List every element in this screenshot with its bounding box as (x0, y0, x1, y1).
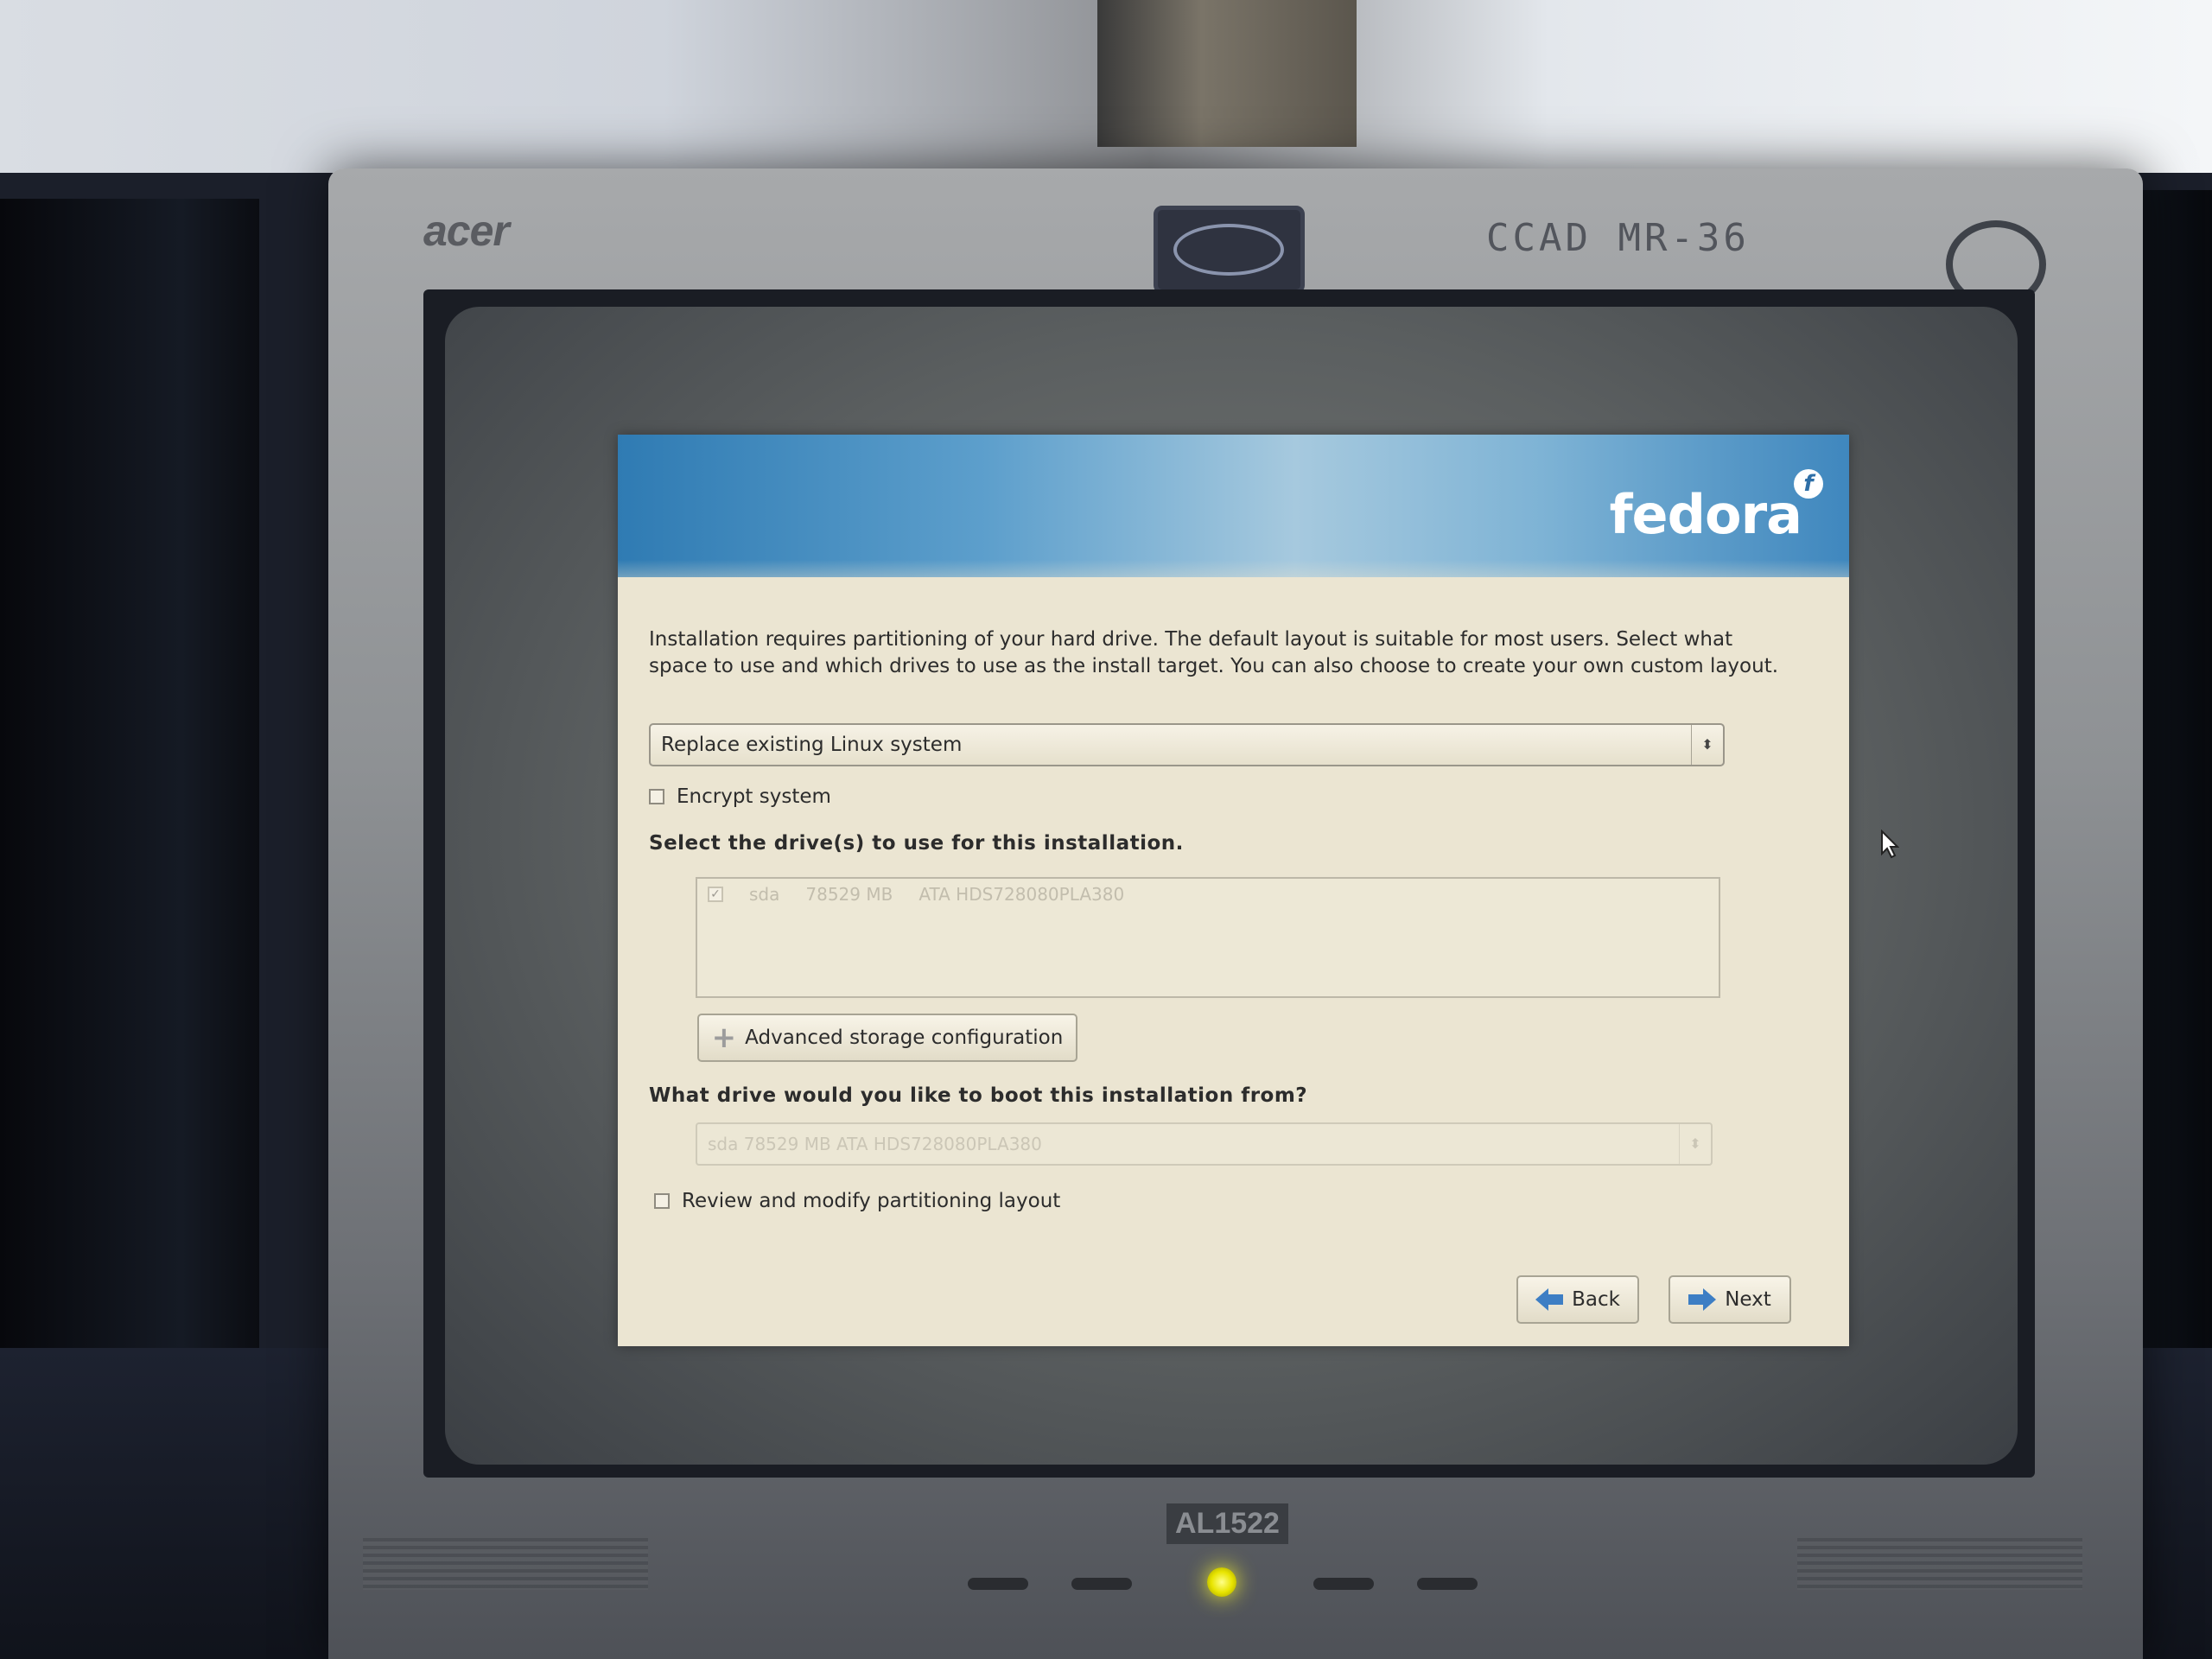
background-door (1097, 0, 1357, 147)
select-arrows-icon: ⬍ (1691, 725, 1723, 765)
advanced-storage-button[interactable]: + Advanced storage configuration (697, 1014, 1077, 1062)
plus-icon: + (711, 1020, 737, 1055)
boot-drive-heading: What drive would you like to boot this i… (649, 1084, 1308, 1107)
drives-heading: Select the drive(s) to use for this inst… (649, 832, 1184, 855)
boot-drive-select[interactable]: sda 78529 MB ATA HDS728080PLA380 ⬍ (696, 1122, 1713, 1166)
drive-size: 78529 MB (805, 884, 893, 905)
partition-mode-value: Replace existing Linux system (661, 734, 963, 756)
monitor-front-button[interactable] (1071, 1578, 1132, 1590)
header-banner: fedora f (618, 435, 1849, 577)
monitor-front-button[interactable] (968, 1578, 1028, 1590)
advanced-storage-label: Advanced storage configuration (745, 1027, 1064, 1049)
partition-panel: Installation requires partitioning of yo… (649, 626, 1811, 1212)
monitor-sticker (1154, 206, 1305, 294)
review-layout-option[interactable]: Review and modify partitioning layout (654, 1190, 1060, 1212)
partition-mode-select[interactable]: Replace existing Linux system ⬍ (649, 723, 1725, 766)
review-layout-label: Review and modify partitioning layout (682, 1190, 1061, 1212)
arrow-left-icon (1535, 1288, 1564, 1311)
encrypt-system-option[interactable]: Encrypt system (649, 785, 831, 808)
back-button[interactable]: Back (1516, 1275, 1639, 1324)
intro-text: Installation requires partitioning of yo… (649, 628, 1779, 677)
drive-model: ATA HDS728080PLA380 (918, 884, 1125, 905)
drive-list: ✓ sda 78529 MB ATA HDS728080PLA380 (696, 877, 1720, 998)
select-arrows-icon: ⬍ (1679, 1124, 1711, 1164)
review-layout-checkbox[interactable] (654, 1193, 670, 1209)
monitor-front-button[interactable] (1313, 1578, 1374, 1590)
boot-drive-value: sda 78529 MB ATA HDS728080PLA380 (708, 1134, 1042, 1154)
power-led-icon (1207, 1567, 1236, 1597)
monitor-brand-logo: acer (423, 207, 510, 255)
arrow-right-icon (1688, 1288, 1717, 1311)
back-button-label: Back (1572, 1288, 1620, 1311)
next-button-label: Next (1725, 1288, 1771, 1311)
speaker-grille-right (1797, 1538, 2082, 1590)
installer-window: fedora f Installation requires partition… (618, 435, 1849, 1346)
fedora-logo: fedora (1609, 483, 1802, 546)
next-button[interactable]: Next (1669, 1275, 1791, 1324)
encrypt-system-checkbox[interactable] (649, 789, 664, 804)
monitor-asset-tag: CCAD MR-36 (1486, 216, 1750, 260)
drive-name: sda (749, 884, 780, 905)
mouse-pointer-icon (1881, 830, 1899, 859)
fedora-infinity-icon: f (1794, 469, 1823, 499)
monitor-front-button[interactable] (1417, 1578, 1478, 1590)
monitor-model-label: AL1522 (1166, 1503, 1288, 1544)
drive-checkbox[interactable]: ✓ (708, 887, 723, 902)
encrypt-system-label: Encrypt system (677, 785, 831, 808)
speaker-grille-left (363, 1538, 648, 1590)
drive-row[interactable]: ✓ sda 78529 MB ATA HDS728080PLA380 (708, 884, 1124, 905)
